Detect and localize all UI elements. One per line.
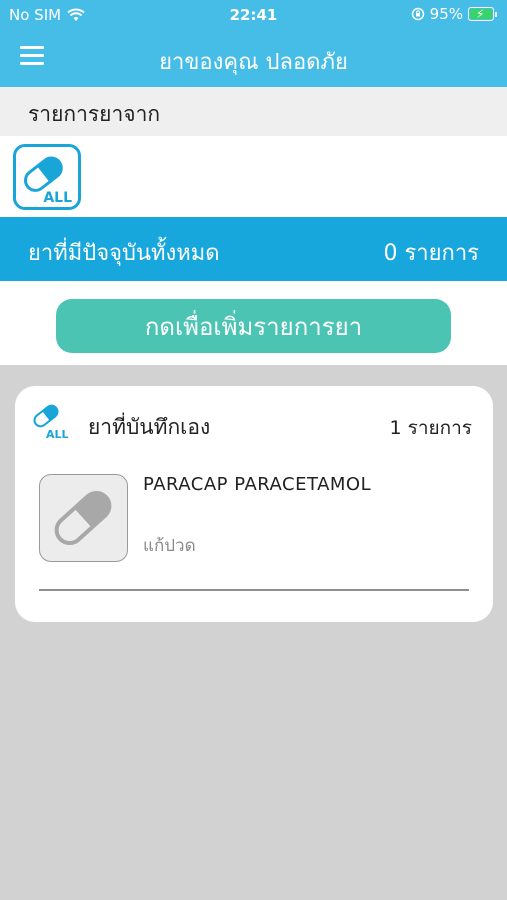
drug-use: แก้ปวด [143, 536, 196, 556]
section-title: ยาที่บันทึกเอง [88, 415, 211, 439]
all-filter-label: ALL [43, 190, 72, 206]
nav-bar: ยาของคุณ ปลอดภัย [0, 30, 507, 87]
pill-icon [33, 404, 59, 428]
page-title: ยาของคุณ ปลอดภัย [159, 50, 348, 75]
list-item[interactable]: PARACAP PARACETAMOL แก้ปวด [39, 474, 469, 564]
add-button-area: กดเพื่อเพิ่มรายการยา [0, 281, 507, 365]
self-recorded-card: ALL ยาที่บันทึกเอง 1 รายการ PARACAP PARA… [15, 386, 493, 622]
section-count: 1 รายการ [389, 417, 472, 439]
self-recorded-icon: ALL [31, 402, 71, 444]
filter-row: ALL [0, 136, 507, 217]
summary-bar: ยาที่มีปัจจุบันทั้งหมด 0 รายการ [0, 217, 507, 281]
pill-icon [54, 490, 112, 546]
summary-count: 0 รายการ [383, 241, 479, 266]
battery-tip [495, 11, 497, 17]
all-filter-button[interactable]: ALL [13, 144, 81, 210]
battery-icon: ⚡ [468, 7, 494, 21]
battery-percent: 95% [429, 5, 463, 23]
self-recorded-icon-label: ALL [46, 428, 69, 441]
drug-name: PARACAP PARACETAMOL [143, 474, 372, 495]
status-right: 95% ⚡ [411, 5, 497, 23]
rotation-lock-icon [411, 7, 424, 21]
status-bar: No SIM 22:41 95% ⚡ [0, 0, 507, 30]
source-header: รายการยาจาก [0, 87, 507, 136]
drug-thumbnail [39, 474, 128, 562]
divider [39, 589, 469, 591]
summary-label: ยาที่มีปัจจุบันทั้งหมด [28, 241, 220, 266]
add-medicine-button[interactable]: กดเพื่อเพิ่มรายการยา [56, 299, 451, 353]
